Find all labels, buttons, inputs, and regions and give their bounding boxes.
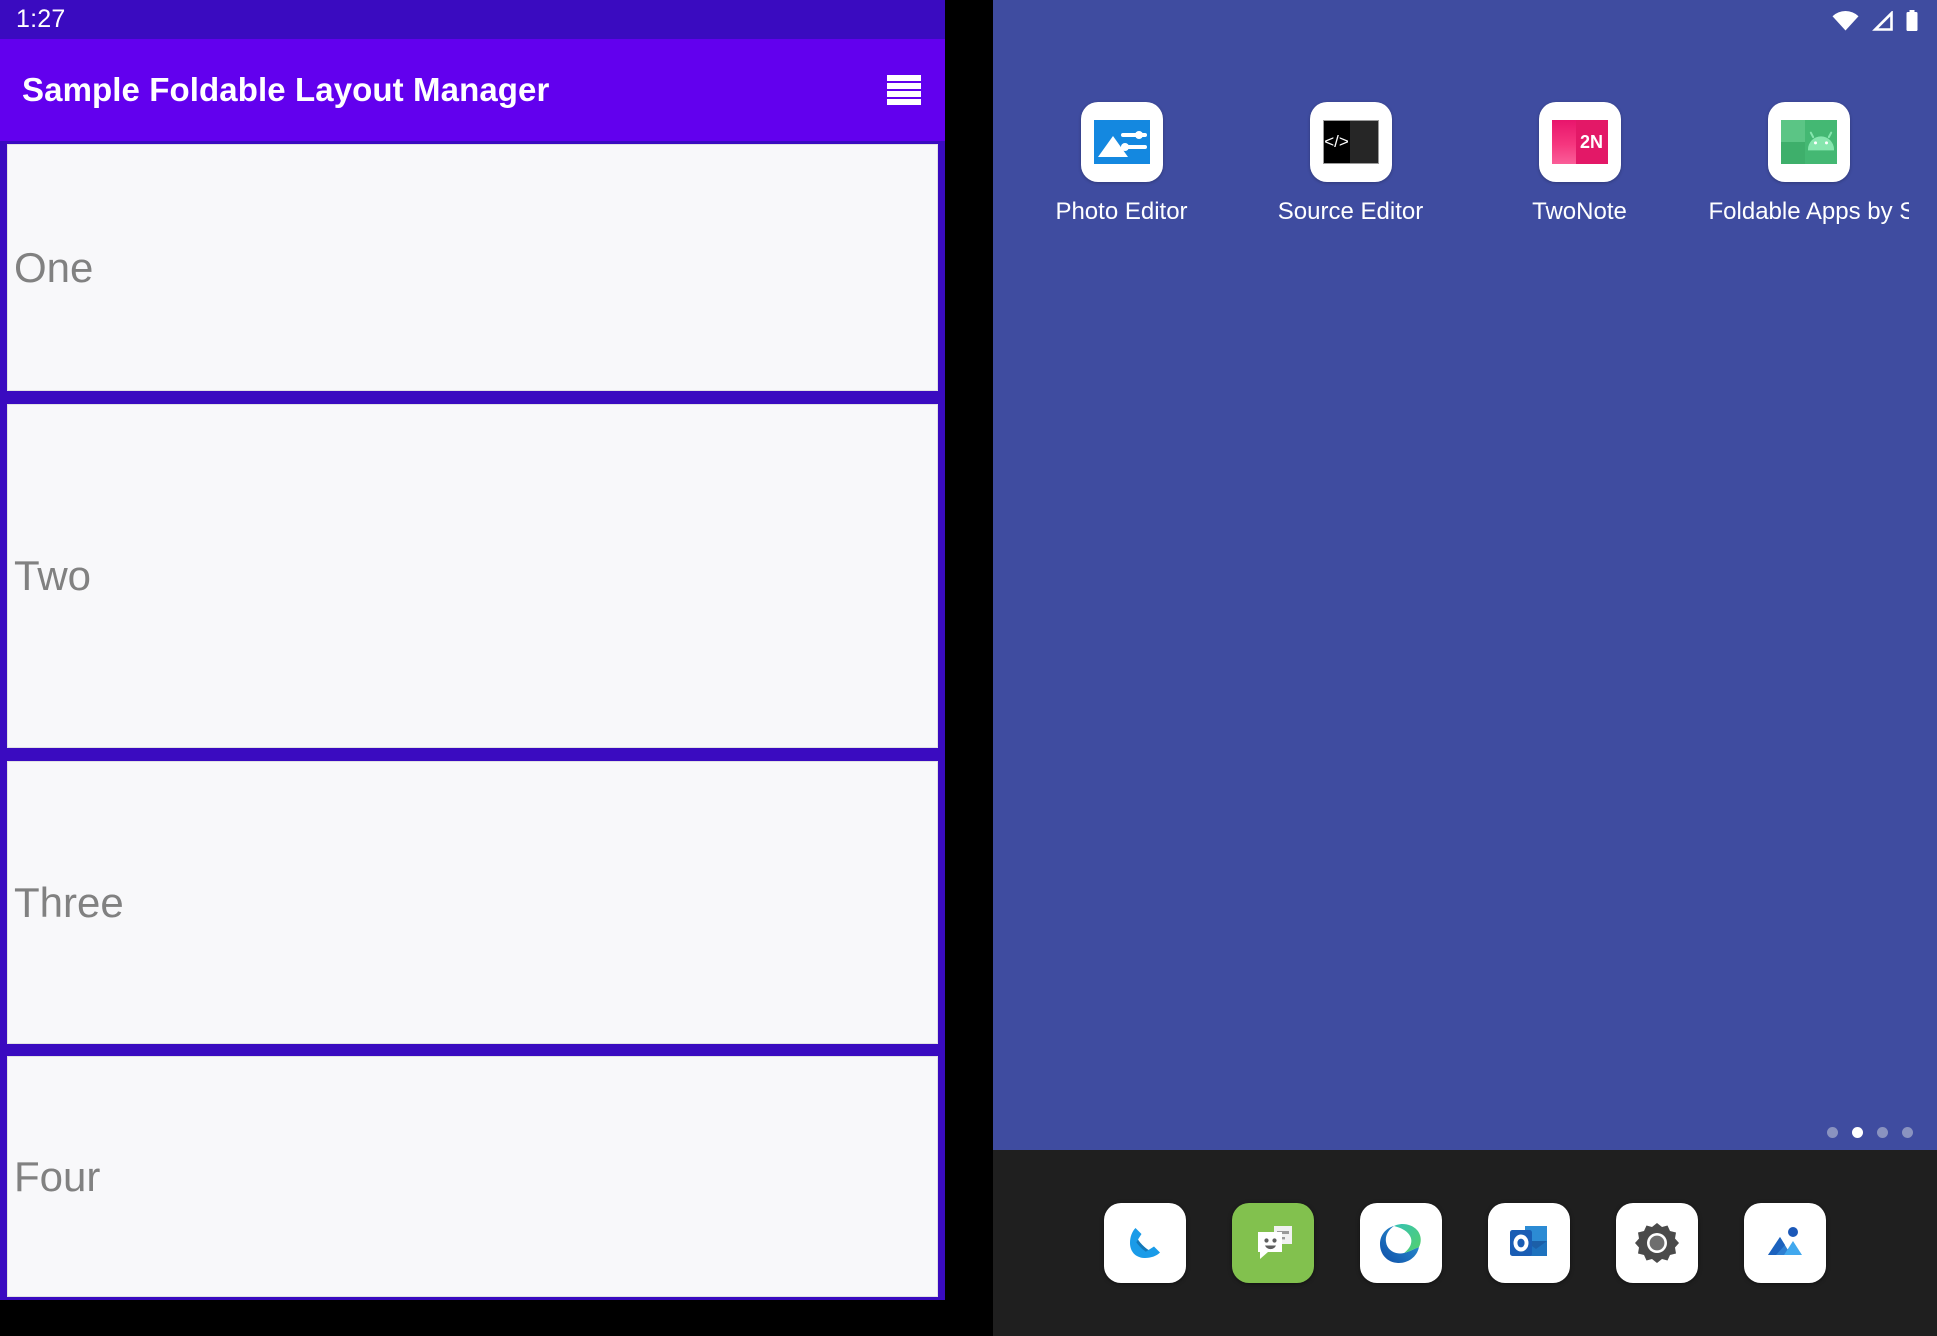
status-bar-clock: 1:27 (16, 5, 66, 33)
list-item[interactable]: Two (7, 404, 938, 748)
dock-item-phone[interactable] (1104, 1203, 1186, 1283)
list-item-label: Four (14, 1152, 101, 1200)
list-item-label: One (14, 243, 94, 291)
left-device-screen: 1:27 Sample Foldable Layout Manager One … (0, 0, 945, 1300)
dual-screen-foldable-device: 1:27 Sample Foldable Layout Manager One … (0, 0, 1937, 1336)
app-label: TwoNote (1532, 198, 1627, 225)
phone-icon[interactable] (1104, 1203, 1186, 1283)
cellular-signal-icon (1872, 11, 1893, 31)
list-item-label: Two (14, 552, 92, 599)
app-bar: Sample Foldable Layout Manager (0, 39, 945, 141)
app-label: Source Editor (1277, 198, 1424, 225)
dock-item-edge[interactable] (1360, 1203, 1442, 1283)
page-indicator[interactable] (1827, 1127, 1913, 1138)
foldable-apps-android-icon[interactable] (1767, 102, 1850, 182)
page-dot[interactable] (1902, 1127, 1913, 1138)
dock (993, 1150, 1937, 1336)
right-device-screen: Photo Editor </> Source Editor 2N TwoNot… (993, 0, 1937, 1336)
wifi-icon (1832, 11, 1859, 31)
app-label: Foldable Apps by S... (1708, 198, 1909, 225)
app-icon-foldable-apps[interactable]: Foldable Apps by S... (1709, 102, 1909, 226)
page-dot[interactable] (1827, 1127, 1838, 1138)
gear-icon[interactable] (1616, 1203, 1698, 1283)
device-hinge-bezel (945, 0, 993, 1336)
photo-editor-icon[interactable] (1080, 102, 1163, 182)
app-icon-photo-editor[interactable]: Photo Editor (1022, 102, 1222, 226)
app-label: Photo Editor (1055, 198, 1188, 225)
list-item[interactable]: Three (7, 761, 938, 1044)
edge-browser-icon[interactable] (1360, 1203, 1442, 1283)
hamburger-menu-icon[interactable] (887, 73, 921, 107)
outlook-icon[interactable] (1488, 1203, 1570, 1283)
messages-icon[interactable] (1232, 1203, 1314, 1283)
app-icon-twonote[interactable]: 2N TwoNote (1480, 102, 1680, 226)
page-title: Sample Foldable Layout Manager (22, 71, 550, 108)
twonote-badge-text: 2N (1579, 131, 1603, 152)
right-status-bar (993, 0, 1937, 42)
foldable-card-list: One Two Three Four (0, 141, 945, 1300)
dock-item-settings[interactable] (1616, 1203, 1698, 1283)
twonote-icon[interactable]: 2N (1538, 102, 1621, 182)
list-item-label: Three (14, 878, 124, 926)
page-dot-active[interactable] (1852, 1127, 1863, 1138)
dock-item-photos[interactable] (1744, 1203, 1826, 1283)
left-status-bar: 1:27 (0, 0, 945, 39)
page-dot[interactable] (1877, 1127, 1888, 1138)
dock-item-messages[interactable] (1232, 1203, 1314, 1283)
app-icon-grid: Photo Editor </> Source Editor 2N TwoNot… (993, 102, 1937, 226)
dock-item-outlook[interactable] (1488, 1203, 1570, 1283)
list-item[interactable]: Four (7, 1056, 938, 1297)
home-screen: Photo Editor </> Source Editor 2N TwoNot… (993, 42, 1937, 1150)
source-editor-icon[interactable]: </> (1309, 102, 1392, 182)
battery-icon (1906, 10, 1918, 31)
code-glyph: </> (1324, 132, 1349, 151)
app-icon-source-editor[interactable]: </> Source Editor (1251, 102, 1451, 226)
photos-gallery-icon[interactable] (1744, 1203, 1826, 1283)
list-item[interactable]: One (7, 144, 938, 391)
